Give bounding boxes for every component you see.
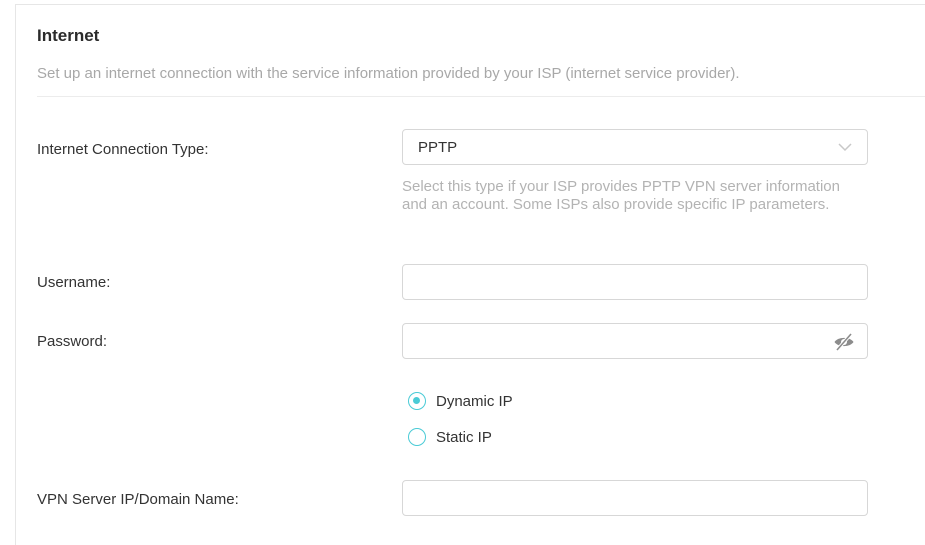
eye-slash-icon[interactable] [833, 332, 855, 352]
section-divider [37, 96, 925, 97]
password-label: Password: [37, 333, 108, 350]
connection-type-value: PPTP [418, 139, 458, 156]
vpn-server-input[interactable] [403, 481, 851, 515]
password-field-box [402, 323, 868, 359]
username-field-box [402, 264, 868, 300]
connection-type-label: Internet Connection Type: [37, 141, 209, 158]
dynamic-ip-radio[interactable] [408, 392, 426, 410]
vpn-server-label: VPN Server IP/Domain Name: [37, 491, 239, 508]
username-label: Username: [37, 274, 111, 291]
chevron-down-icon [838, 143, 852, 152]
username-input[interactable] [403, 265, 851, 299]
static-ip-radio[interactable] [408, 428, 426, 446]
section-subtitle: Set up an internet connection with the s… [37, 65, 740, 82]
section-title: Internet [37, 26, 100, 45]
connection-type-help: Select this type if your ISP provides PP… [402, 178, 840, 213]
connection-type-select[interactable]: PPTP [402, 129, 868, 165]
static-ip-option[interactable]: Static IP [408, 428, 492, 446]
dynamic-ip-label: Dynamic IP [436, 392, 513, 410]
password-input[interactable] [403, 324, 851, 358]
vpn-server-field-box [402, 480, 868, 516]
dynamic-ip-option[interactable]: Dynamic IP [408, 392, 513, 410]
static-ip-label: Static IP [436, 428, 492, 446]
